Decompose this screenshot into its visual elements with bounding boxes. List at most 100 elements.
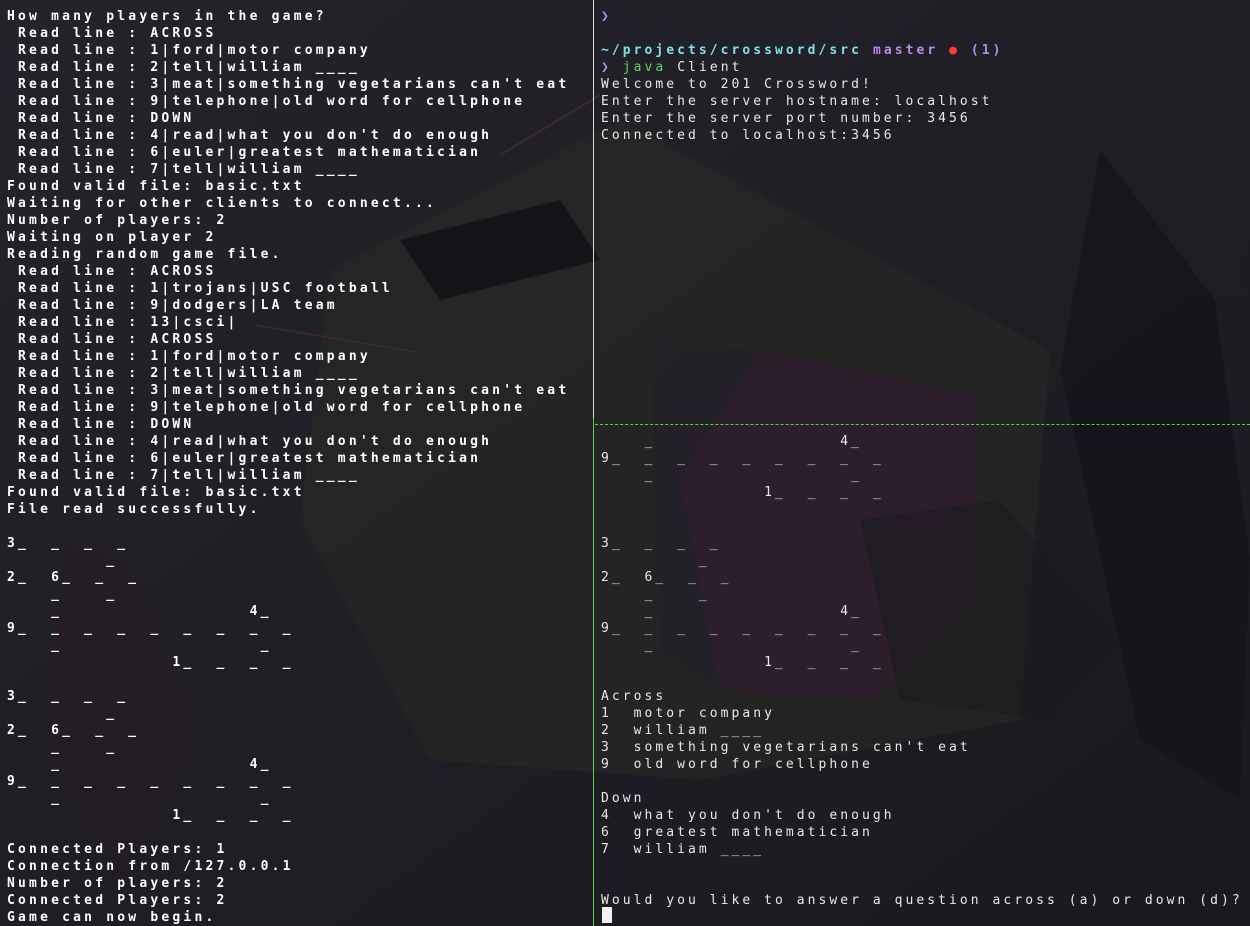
terminal-line: 7 william ____ [601,842,765,857]
terminal-line: Read line : DOWN [7,417,195,432]
terminal-line: Would you like to answer a question acro… [601,893,1243,908]
terminal-line: _ [7,706,118,721]
terminal-line: Read line : 6|euler|greatest mathematici… [7,451,482,466]
terminal-line: _ _ [7,791,272,806]
terminal-line: Read line : ACROSS [7,332,217,347]
terminal-line: File read successfully. [7,502,261,517]
terminal-line: Read line : 1|ford|motor company [7,43,371,58]
terminal-line: Read line : 2|tell|william ____ [7,366,360,381]
terminal-line: 2_ 6_ _ _ [7,570,140,585]
terminal-window: How many players in the game? Read line … [0,0,1250,926]
jobs-count: (1) [970,43,1004,58]
terminal-line: _ 4_ [7,757,272,772]
terminal-line: Read line : 4|read|what you don't do eno… [7,434,493,449]
terminal-line: 9 old word for cellphone [601,757,873,772]
terminal-line: _ _ [7,587,118,602]
terminal-line: _ _ [601,587,710,602]
terminal-line: 2_ 6_ _ _ [601,570,732,585]
client-startup-output: Welcome to 201 Crossword! Enter the serve… [601,76,1004,144]
prompt-symbol: ❯ [601,60,612,75]
terminal-line: Welcome to 201 Crossword! [601,77,873,92]
terminal-line: 6 greatest mathematician [601,825,873,840]
terminal-line: Down [601,791,645,806]
terminal-line: _ _ [601,468,863,483]
terminal-line: _ 4_ [601,434,863,449]
terminal-line: Read line : 7|tell|william ____ [7,468,360,483]
terminal-line: Found valid file: basic.txt [7,179,305,194]
terminal-line: 9_ _ _ _ _ _ _ _ _ [601,451,884,466]
right-terminal-pane[interactable]: ❯ ~/projects/crossword/src master ● (1) … [595,0,1250,926]
server-output: How many players in the game? Read line … [7,8,569,926]
crossword-board-output: _ 4_ 9_ _ _ _ _ _ _ _ _ _ _ 1_ _ _ _ 3_ _… [601,433,1243,909]
terminal-line: Read line : 1|trojans|USC football [7,281,393,296]
terminal-line: 1_ _ _ _ [601,655,884,670]
terminal-line: _ [7,553,118,568]
terminal-line: 1_ _ _ _ [7,655,294,670]
terminal-line: 9_ _ _ _ _ _ _ _ _ [7,774,294,789]
terminal-line: Connected to localhost:3456 [601,128,895,143]
terminal-line: Read line : 7|tell|william ____ [7,162,360,177]
terminal-line: 1_ _ _ _ [7,808,294,823]
terminal-line: 3_ _ _ _ [7,536,129,551]
terminal-line: Connected Players: 1 [7,842,228,857]
terminal-line: Read line : 13|csci| [7,315,239,330]
terminal-line: Game can now begin. [7,910,217,925]
terminal-line: Connected Players: 2 [7,893,228,908]
terminal-line: Read line : 3|meat|something vegetarians… [7,383,570,398]
prompt-symbol: ❯ [601,9,612,24]
terminal-line: Enter the server hostname: localhost [601,94,993,109]
terminal-line: Read line : ACROSS [7,26,217,41]
terminal-line: Number of players: 2 [7,876,228,891]
terminal-line: 2_ 6_ _ _ [7,723,140,738]
command-argument: Client [677,60,743,75]
terminal-line: Read line : 4|read|what you don't do eno… [7,128,493,143]
terminal-line: Read line : 6|euler|greatest mathematici… [7,145,482,160]
left-terminal-pane[interactable]: How many players in the game? Read line … [0,0,593,926]
terminal-line: 3 something vegetarians can't eat [601,740,971,755]
prompt-status-line: ~/projects/crossword/src master ● (1) [601,42,1004,59]
terminal-line: _ _ [7,740,118,755]
terminal-line: Read line : 2|tell|william ____ [7,60,360,75]
terminal-line: 4 what you don't do enough [601,808,895,823]
terminal-line: Read line : 1|ford|motor company [7,349,371,364]
terminal-line: Connection from /127.0.0.1 [7,859,294,874]
command-line: ❯ java Client [601,59,1004,76]
terminal-line: Enter the server port number: 3456 [601,111,971,126]
client-output: ❯ ~/projects/crossword/src master ● (1) … [601,8,1004,144]
terminal-line: Across [601,689,667,704]
pane-separator-dashed [595,424,1250,425]
terminal-line: _ _ [601,638,863,653]
terminal-line: _ _ [7,638,272,653]
terminal-line: Number of players: 2 [7,213,228,228]
terminal-line: How many players in the game? [7,9,327,24]
terminal-line: Found valid file: basic.txt [7,485,305,500]
cwd-path: ~/projects/crossword/src [601,43,863,58]
terminal-line: _ [601,553,710,568]
git-branch: master [872,43,939,58]
terminal-line: 2 william ____ [601,723,765,738]
terminal-line: Reading random game file. [7,247,283,262]
git-dirty-icon: ● [949,43,960,58]
text-cursor[interactable] [602,907,612,923]
terminal-line: 9_ _ _ _ _ _ _ _ _ [7,621,294,636]
terminal-line: 1_ _ _ _ [601,485,884,500]
terminal-line: Read line : 9|telephone|old word for cel… [7,94,526,109]
terminal-line: 3_ _ _ _ [601,536,721,551]
terminal-line: Waiting for other clients to connect... [7,196,438,211]
terminal-line: Read line : 9|dodgers|LA team [7,298,338,313]
terminal-line: 3_ _ _ _ [7,689,129,704]
terminal-line: _ 4_ [7,604,272,619]
terminal-line: Read line : 3|meat|something vegetarians… [7,77,570,92]
command-name: java [622,60,667,75]
terminal-line: Waiting on player 2 [7,230,217,245]
active-pane-border [593,418,594,926]
